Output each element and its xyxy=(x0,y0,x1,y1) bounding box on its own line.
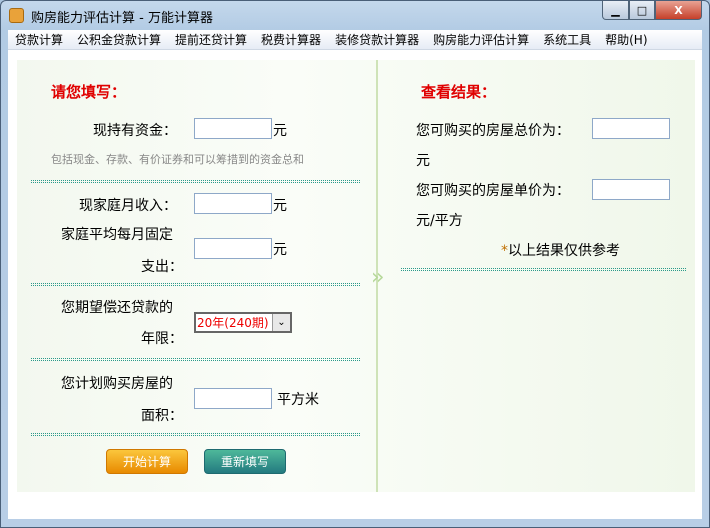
funds-label: 现持有资金： xyxy=(93,123,177,139)
note: *以上结果仅供参考 xyxy=(501,240,620,260)
form-panel: » 请您填写： 现持有资金： 元 包括现金、存款、有价证券和可以筹措到的资金总和… xyxy=(17,60,695,492)
left-heading: 请您填写： xyxy=(51,83,127,101)
separator xyxy=(31,433,360,436)
menu-tools[interactable]: 系统工具 xyxy=(543,31,591,48)
area-unit: 平方米 xyxy=(277,392,319,408)
years-value: 20年(240期) xyxy=(197,316,269,330)
note-star: * xyxy=(501,243,508,259)
separator xyxy=(401,268,686,271)
close-button[interactable]: X xyxy=(655,1,702,20)
menu-fund-loan[interactable]: 公积金贷款计算 xyxy=(77,31,161,48)
minimize-button[interactable]: ▁ xyxy=(602,1,629,20)
total-output[interactable] xyxy=(592,118,670,139)
separator xyxy=(31,180,360,183)
unit-price-unit: 元/平方 xyxy=(416,213,463,229)
unit-price-output[interactable] xyxy=(592,179,670,200)
expense-input[interactable] xyxy=(194,238,272,259)
years-label-2: 年限： xyxy=(141,331,183,347)
unit-price-label: 您可购买的房屋单价为： xyxy=(416,183,570,199)
income-input[interactable] xyxy=(194,193,272,214)
maximize-button[interactable]: □ xyxy=(629,1,655,20)
calc-button[interactable]: 开始计算 xyxy=(106,449,188,474)
window-title: 购房能力评估计算 - 万能计算器 xyxy=(31,11,213,26)
separator xyxy=(31,358,360,361)
window: 购房能力评估计算 - 万能计算器 ▁ □ X 贷款计算 公积金贷款计算 提前还贷… xyxy=(0,0,710,528)
chevron-down-icon[interactable]: ⌄ xyxy=(272,314,290,331)
expense-label-1: 家庭平均每月固定 xyxy=(61,227,173,243)
area-label-2: 面积： xyxy=(141,408,183,424)
area-label-1: 您计划购买房屋的 xyxy=(61,376,173,392)
client-area: » 请您填写： 现持有资金： 元 包括现金、存款、有价证券和可以筹措到的资金总和… xyxy=(8,50,702,519)
total-label: 您可购买的房屋总价为： xyxy=(416,123,570,139)
menu-bar: 贷款计算 公积金贷款计算 提前还贷计算 税费计算器 装修贷款计算器 购房能力评估… xyxy=(8,30,702,50)
expense-unit: 元 xyxy=(273,242,287,258)
separator xyxy=(31,283,360,286)
menu-prepay[interactable]: 提前还贷计算 xyxy=(175,31,247,48)
menu-help[interactable]: 帮助(H) xyxy=(605,31,647,48)
income-label: 现家庭月收入： xyxy=(79,198,177,214)
funds-input[interactable] xyxy=(194,118,272,139)
total-unit: 元 xyxy=(416,153,430,169)
right-heading: 查看结果： xyxy=(421,83,497,101)
arrow-icon: » xyxy=(371,265,385,290)
menu-tax[interactable]: 税费计算器 xyxy=(261,31,321,48)
app-icon xyxy=(9,8,24,23)
area-input[interactable] xyxy=(194,388,272,409)
expense-label-2: 支出： xyxy=(141,259,183,275)
menu-affordability[interactable]: 购房能力评估计算 xyxy=(433,31,529,48)
funds-hint: 包括现金、存款、有价证券和可以筹措到的资金总和 xyxy=(51,153,304,166)
menu-renovation[interactable]: 装修贷款计算器 xyxy=(335,31,419,48)
menu-loan[interactable]: 贷款计算 xyxy=(15,31,63,48)
funds-unit: 元 xyxy=(273,123,287,139)
reset-button[interactable]: 重新填写 xyxy=(204,449,286,474)
income-unit: 元 xyxy=(273,198,287,214)
years-label-1: 您期望偿还贷款的 xyxy=(61,300,173,316)
note-text: 以上结果仅供参考 xyxy=(508,243,620,259)
years-select[interactable]: 20年(240期) ⌄ xyxy=(194,312,292,333)
